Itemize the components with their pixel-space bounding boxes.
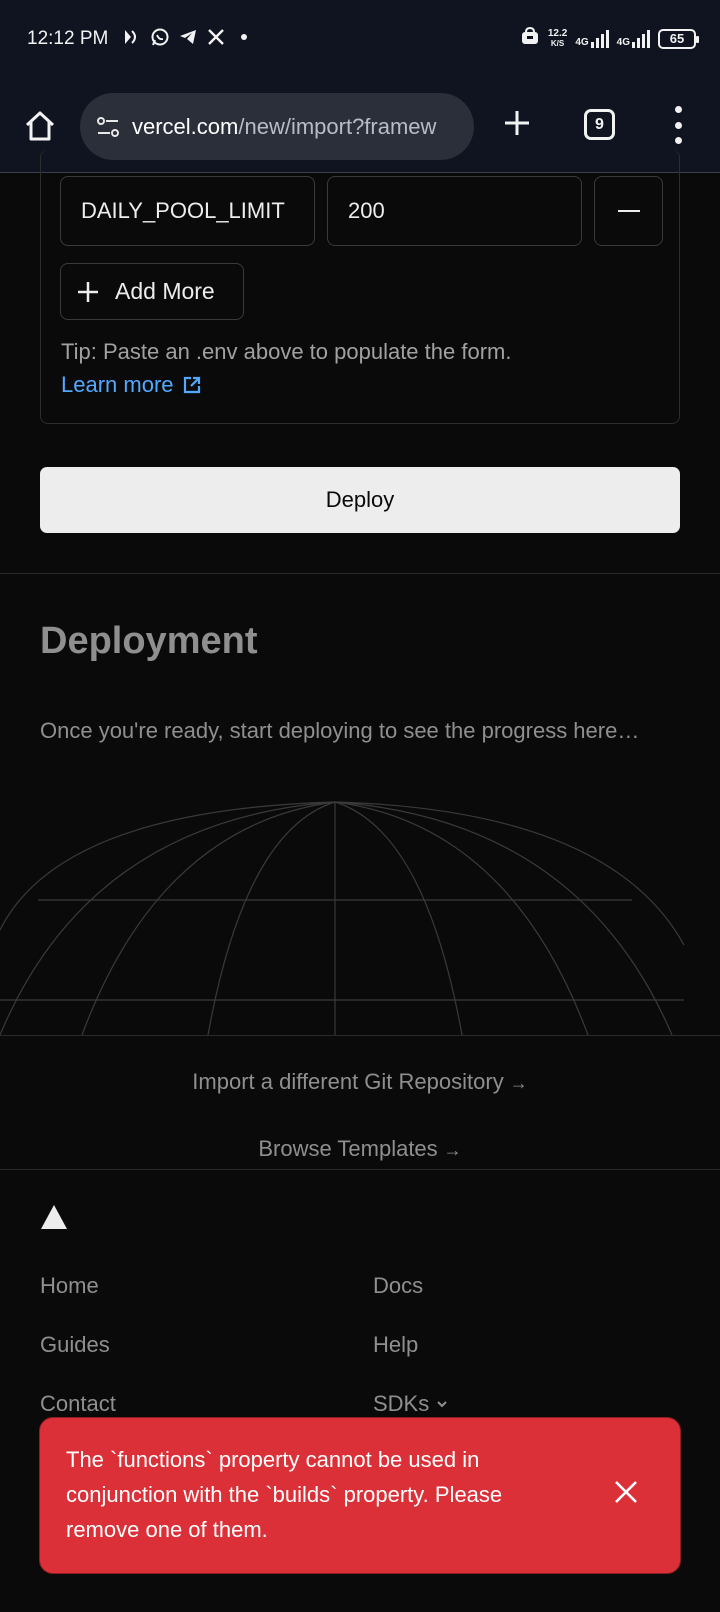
- arrow-right-icon: →: [509, 1073, 528, 1093]
- deploy-button[interactable]: Deploy: [40, 467, 680, 533]
- bag-icon: [520, 26, 540, 51]
- battery-indicator: 65: [658, 28, 699, 49]
- x-icon: [206, 27, 226, 47]
- plus-icon: [78, 281, 98, 302]
- external-link-icon: [183, 376, 200, 394]
- footer-link-docs[interactable]: Docs: [373, 1273, 423, 1299]
- app-notification-icon: [122, 27, 142, 47]
- home-button[interactable]: [22, 108, 58, 144]
- new-tab-button[interactable]: [500, 106, 534, 140]
- browse-templates-link[interactable]: Browse Templates →: [0, 1136, 720, 1162]
- footer-link-home[interactable]: Home: [40, 1273, 99, 1299]
- import-repo-label: Import a different Git Repository: [192, 1069, 504, 1094]
- plus-icon: [505, 111, 529, 135]
- network-speed: 12.2 K/S: [547, 27, 568, 48]
- signal-bars-icon: [590, 29, 609, 48]
- browse-templates-label: Browse Templates: [258, 1136, 438, 1161]
- add-more-button[interactable]: Add More: [60, 263, 244, 320]
- telegram-icon: [178, 27, 198, 47]
- footer-link-help[interactable]: Help: [373, 1332, 418, 1358]
- chevron-down-icon: [437, 1401, 447, 1408]
- add-more-label: Add More: [115, 278, 215, 304]
- status-bar: 12:12 PM 12.2 K/S 4G 4G 65: [0, 0, 720, 82]
- learn-more-link[interactable]: Learn more: [61, 372, 202, 398]
- environment-variables-card: DAILY_POOL_LIMIT 200 Add More Tip: Paste…: [40, 150, 680, 424]
- env-value-input[interactable]: 200: [327, 176, 582, 246]
- remove-env-var-button[interactable]: [594, 176, 663, 246]
- vercel-logo-icon[interactable]: [40, 1204, 68, 1230]
- footer-link-contact[interactable]: Contact: [40, 1391, 116, 1417]
- site-settings-icon[interactable]: [94, 113, 122, 141]
- env-key-input[interactable]: DAILY_POOL_LIMIT: [60, 176, 315, 246]
- globe-grid-illustration: [0, 801, 685, 1035]
- footer-link-sdks[interactable]: SDKs: [373, 1391, 449, 1417]
- section-divider: [0, 573, 720, 574]
- signal-bars-icon: [632, 29, 650, 48]
- tab-switcher-button[interactable]: 9: [584, 109, 615, 140]
- learn-more-label: Learn more: [61, 372, 174, 397]
- browser-menu-button[interactable]: [668, 106, 688, 144]
- sim2-signal: 4G: [617, 29, 650, 48]
- home-icon: [25, 111, 55, 141]
- minus-icon: [617, 210, 640, 212]
- url-text[interactable]: vercel.com/new/import?framew: [132, 114, 436, 140]
- dismiss-toast-button[interactable]: [612, 1478, 640, 1506]
- footer-link-guides[interactable]: Guides: [40, 1332, 110, 1358]
- sdks-label: SDKs: [373, 1391, 430, 1416]
- sim1-signal: 4G: [575, 29, 609, 48]
- deployment-description: Once you're ready, start deploying to se…: [40, 718, 640, 743]
- error-toast-message: The `functions` property cannot be used …: [66, 1447, 503, 1542]
- status-time: 12:12 PM: [27, 28, 109, 49]
- import-repo-link[interactable]: Import a different Git Repository →: [0, 1069, 720, 1095]
- section-divider: [0, 1035, 720, 1036]
- footer-divider: [0, 1169, 720, 1170]
- error-toast: The `functions` property cannot be used …: [39, 1417, 681, 1574]
- more-notifications-dot-icon: [234, 27, 254, 47]
- arrow-right-icon: →: [443, 1140, 462, 1160]
- close-icon: [615, 1481, 637, 1503]
- whatsapp-icon: [150, 27, 170, 47]
- notification-icons: [122, 27, 254, 47]
- deployment-heading: Deployment: [40, 620, 258, 662]
- env-tip-text: Tip: Paste an .env above to populate the…: [61, 339, 512, 364]
